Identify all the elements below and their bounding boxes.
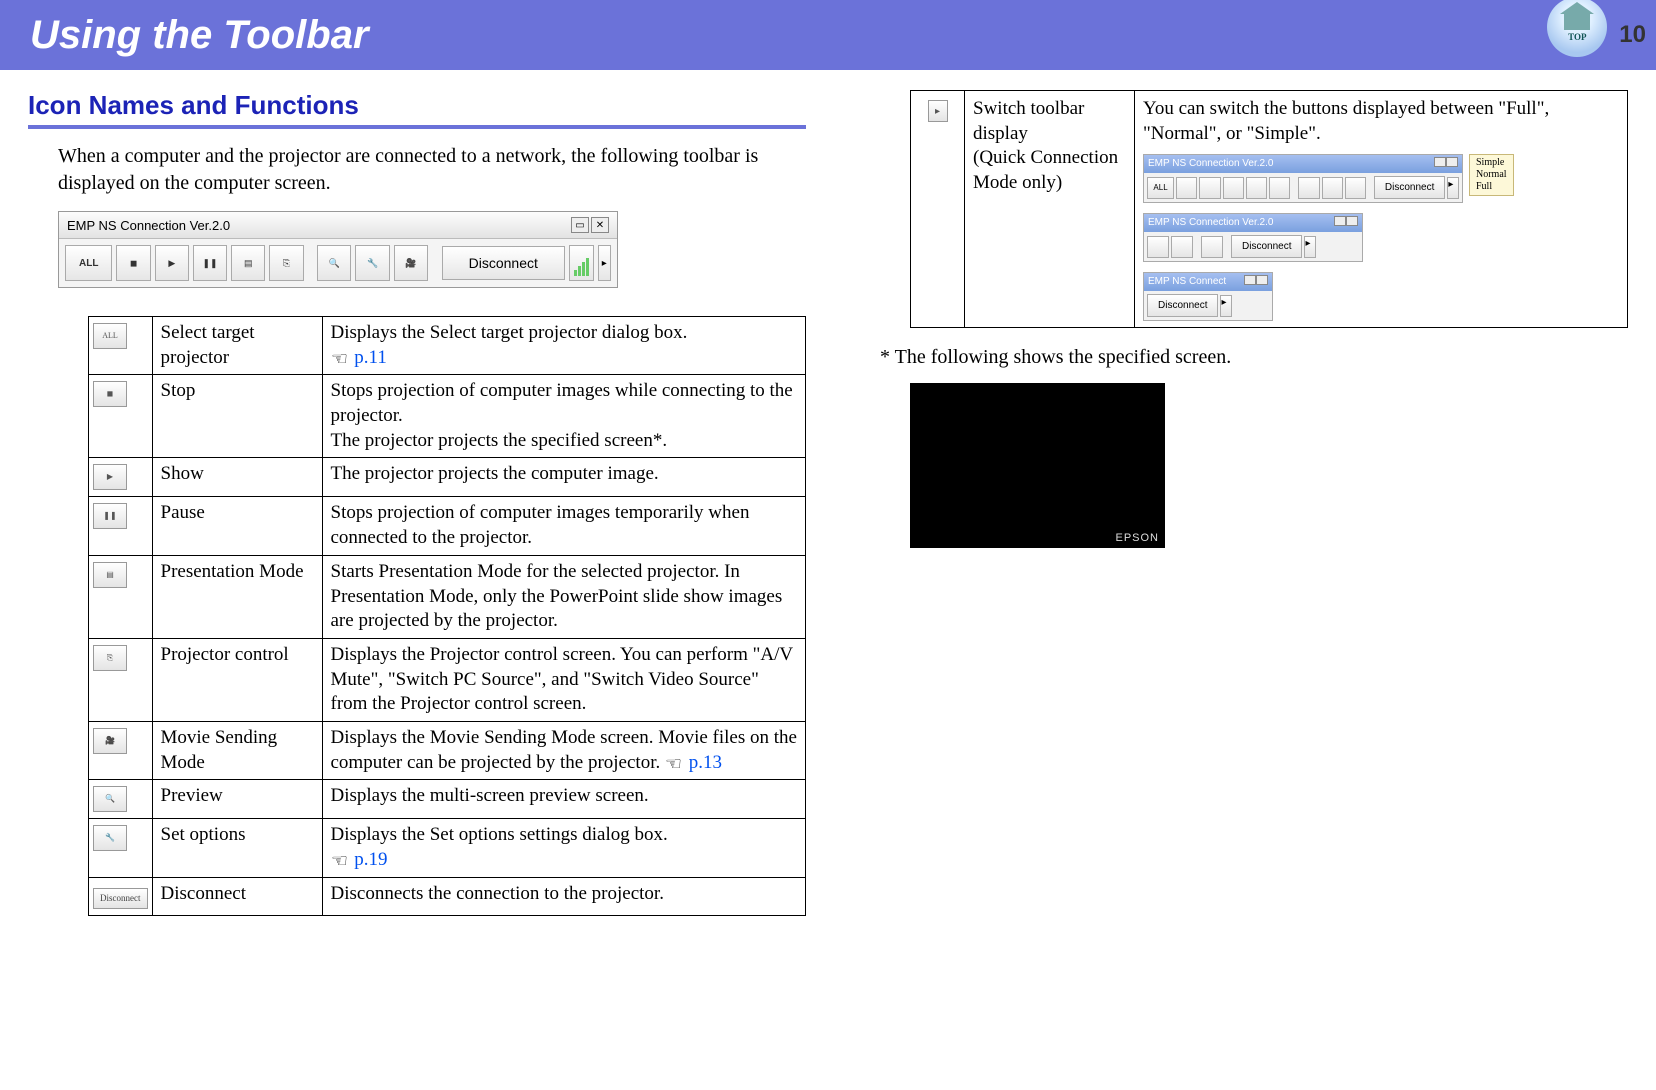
mini-disconnect-button: Disconnect xyxy=(1231,235,1302,258)
row-desc: Displays the Projector control screen. Y… xyxy=(322,638,806,721)
page-header: Using the Toolbar TOP 10 xyxy=(0,0,1656,70)
toolbar-switch-arrow-icon[interactable]: ▸ xyxy=(598,245,611,281)
top-label: TOP xyxy=(1568,32,1586,42)
row-name: Disconnect xyxy=(152,877,322,916)
left-column: Icon Names and Functions When a computer… xyxy=(28,90,806,916)
page-link[interactable]: p.13 xyxy=(689,752,722,773)
disconnect-icon: Disconnect xyxy=(93,888,148,910)
toolbar-pause-icon[interactable]: ❚❚ xyxy=(193,245,227,281)
functions-table: ALL Select target projector Displays the… xyxy=(88,316,806,916)
projector-control-icon: ⎘ xyxy=(93,645,127,671)
footnote-text: * The following shows the specified scre… xyxy=(850,328,1628,383)
row-name: Show xyxy=(152,458,322,497)
window-buttons: ▭ ✕ xyxy=(571,217,609,233)
row-desc: Displays the multi-screen preview screen… xyxy=(322,780,806,819)
page-number: 10 xyxy=(1619,21,1646,49)
minimize-icon[interactable]: ▭ xyxy=(571,217,589,233)
row-desc: Starts Presentation Mode for the selecte… xyxy=(322,555,806,638)
row-desc: Displays the Movie Sending Mode screen. … xyxy=(322,721,806,779)
select-target-icon: ALL xyxy=(93,323,127,349)
toolbar-normal-mini: EMP NS Connection Ver.2.0 Disconnect ▸ xyxy=(1143,213,1363,262)
top-home-icon[interactable]: TOP xyxy=(1547,0,1607,57)
table-row: ▶ Show The projector projects the comput… xyxy=(89,458,806,497)
row-desc: You can switch the buttons displayed bet… xyxy=(1135,91,1628,328)
table-row: ALL Select target projector Displays the… xyxy=(89,317,806,375)
presentation-icon: ▤ xyxy=(93,562,127,588)
toolbar-full-mini: EMP NS Connection Ver.2.0 ALL Disconnect… xyxy=(1143,154,1463,203)
toolbar-preview-icon[interactable]: 🔍 xyxy=(317,245,351,281)
row-desc: Displays the Set options settings dialog… xyxy=(322,819,806,877)
house-icon xyxy=(1564,12,1590,30)
row-name: Switch toolbar display (Quick Connection… xyxy=(965,91,1135,328)
stop-icon: ◼ xyxy=(93,381,127,407)
row-name: Preview xyxy=(152,780,322,819)
mini-disconnect-button: Disconnect xyxy=(1147,294,1218,317)
row-name: Movie Sending Mode xyxy=(152,721,322,779)
mini-all-icon: ALL xyxy=(1147,177,1174,199)
switch-toolbar-icon: ▸ xyxy=(928,100,948,122)
section-heading: Icon Names and Functions xyxy=(28,90,806,129)
table-row: ▸ Switch toolbar display (Quick Connecti… xyxy=(911,91,1628,328)
specified-screen-image: EPSON xyxy=(910,383,1165,548)
switch-tooltip: Simple Normal Full xyxy=(1469,154,1514,196)
row-name: Set options xyxy=(152,819,322,877)
table-row: ❚❚ Pause Stops projection of computer im… xyxy=(89,497,806,555)
row-desc: Displays the Select target projector dia… xyxy=(322,317,806,375)
pause-icon: ❚❚ xyxy=(93,503,127,529)
table-row: 🔍 Preview Displays the multi-screen prev… xyxy=(89,780,806,819)
table-row: ▤ Presentation Mode Starts Presentation … xyxy=(89,555,806,638)
row-desc: Stops projection of computer images whil… xyxy=(322,375,806,458)
page-title: Using the Toolbar xyxy=(30,13,369,58)
signal-icon xyxy=(569,245,594,281)
row-desc: Stops projection of computer images temp… xyxy=(322,497,806,555)
right-column: ▸ Switch toolbar display (Quick Connecti… xyxy=(850,90,1628,916)
toolbar-movie-icon[interactable]: 🎥 xyxy=(394,245,428,281)
close-icon[interactable]: ✕ xyxy=(591,217,609,233)
show-icon: ▶ xyxy=(93,464,127,490)
table-row: 🔧 Set options Displays the Set options s… xyxy=(89,819,806,877)
page-link[interactable]: p.11 xyxy=(354,347,387,368)
toolbar-window-title: EMP NS Connection Ver.2.0 xyxy=(67,218,230,233)
table-row: Disconnect Disconnect Disconnects the co… xyxy=(89,877,806,916)
row-name: Projector control xyxy=(152,638,322,721)
row-name: Pause xyxy=(152,497,322,555)
toolbar-presentation-icon[interactable]: ▤ xyxy=(231,245,265,281)
intro-paragraph: When a computer and the projector are co… xyxy=(28,143,806,211)
header-right: TOP 10 xyxy=(1547,5,1656,65)
set-options-icon: 🔧 xyxy=(93,825,127,851)
row-desc: Disconnects the connection to the projec… xyxy=(322,877,806,916)
toolbar-options-icon[interactable]: 🔧 xyxy=(355,245,389,281)
row-name: Presentation Mode xyxy=(152,555,322,638)
brand-logo: EPSON xyxy=(1115,532,1159,544)
table-row: 🎥 Movie Sending Mode Displays the Movie … xyxy=(89,721,806,779)
table-row: ◼ Stop Stops projection of computer imag… xyxy=(89,375,806,458)
toolbar-control-icon[interactable]: ⎘ xyxy=(269,245,303,281)
mini-disconnect-button: Disconnect xyxy=(1374,176,1445,199)
functions-table-right: ▸ Switch toolbar display (Quick Connecti… xyxy=(910,90,1628,328)
movie-sending-icon: 🎥 xyxy=(93,728,127,754)
toolbar-screenshot: EMP NS Connection Ver.2.0 ▭ ✕ ALL ◼ ▶ ❚❚… xyxy=(58,211,618,288)
preview-icon: 🔍 xyxy=(93,786,127,812)
row-name: Stop xyxy=(152,375,322,458)
page-link[interactable]: p.19 xyxy=(354,849,387,870)
toolbar-stop-icon[interactable]: ◼ xyxy=(116,245,150,281)
toolbar-disconnect-button[interactable]: Disconnect xyxy=(442,246,565,280)
toolbar-all-button[interactable]: ALL xyxy=(65,245,112,281)
row-name: Select target projector xyxy=(152,317,322,375)
toolbar-show-icon[interactable]: ▶ xyxy=(155,245,189,281)
row-desc: The projector projects the computer imag… xyxy=(322,458,806,497)
table-row: ⎘ Projector control Displays the Project… xyxy=(89,638,806,721)
toolbar-simple-mini: EMP NS Connect Disconnect ▸ xyxy=(1143,272,1273,321)
